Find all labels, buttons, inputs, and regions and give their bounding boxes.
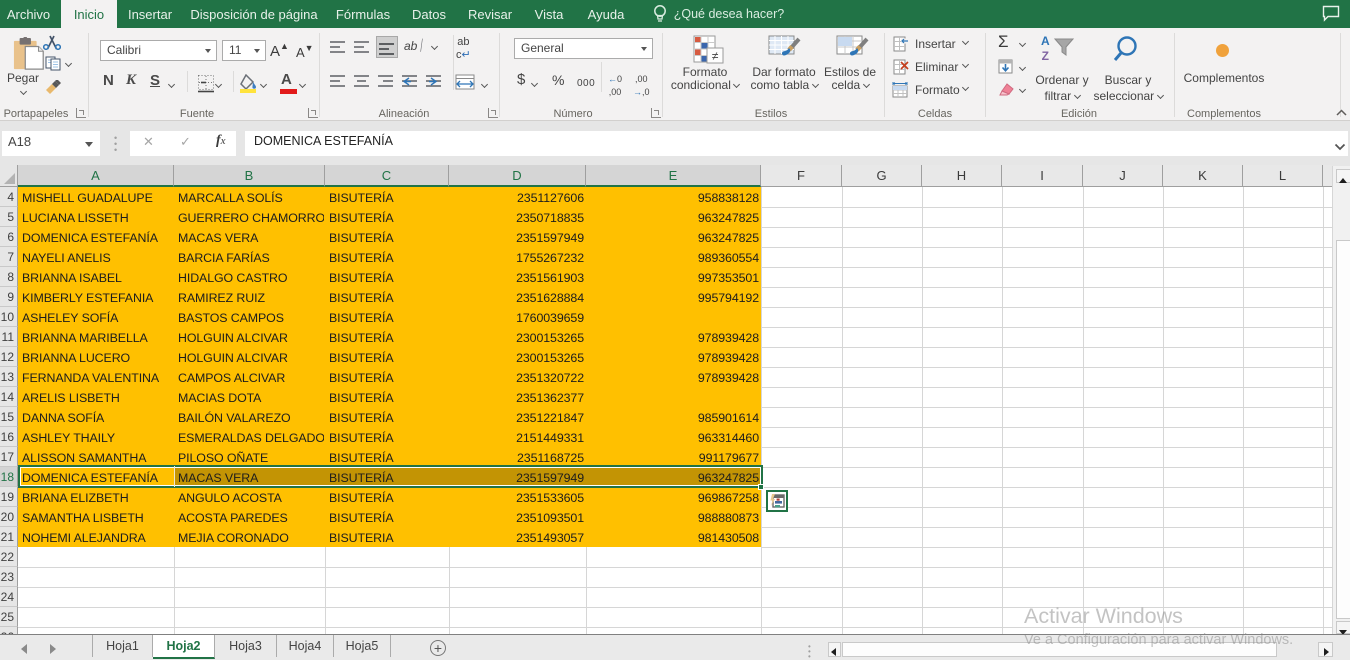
- svg-text:≠: ≠: [712, 49, 719, 63]
